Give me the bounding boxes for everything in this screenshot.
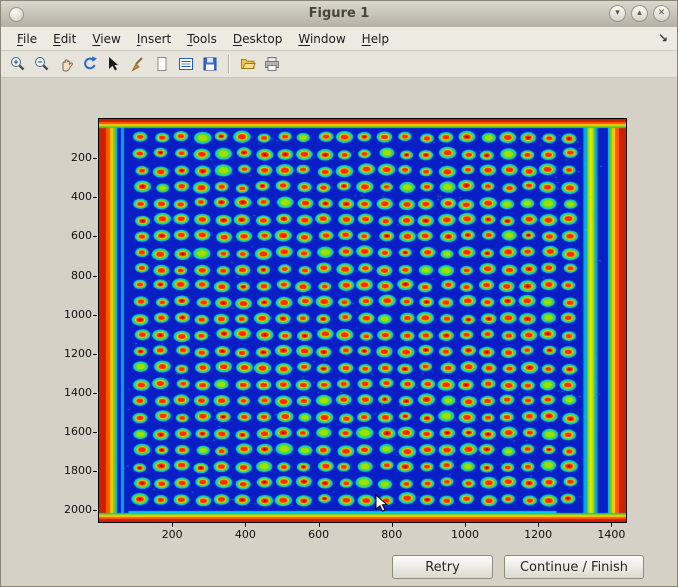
x-tick-mark [172, 523, 173, 527]
plot-area [98, 118, 627, 523]
x-tick-mark [245, 523, 246, 527]
y-tick-label: 1400 [52, 386, 92, 399]
window-title: Figure 1 [1, 6, 677, 21]
y-tick-mark [93, 432, 97, 433]
x-tick-mark [319, 523, 320, 527]
window-controls: ▾ ▴ ✕ [609, 5, 670, 22]
menu-view[interactable]: View [84, 28, 128, 50]
y-tick-label: 200 [52, 151, 92, 164]
x-tick-mark [538, 523, 539, 527]
y-tick-mark [93, 510, 97, 511]
y-tick-label: 1200 [52, 347, 92, 360]
print-icon[interactable] [261, 53, 283, 75]
menu-tools[interactable]: Tools [179, 28, 225, 50]
titlebar: Figure 1 ▾ ▴ ✕ [1, 1, 677, 28]
y-tick-label: 1600 [52, 425, 92, 438]
data-cursor-icon[interactable] [103, 53, 125, 75]
y-tick-mark [93, 236, 97, 237]
shade-button[interactable]: ▾ [609, 5, 626, 22]
x-tick-mark [611, 523, 612, 527]
x-tick-label: 1400 [591, 528, 631, 541]
y-tick-mark [93, 276, 97, 277]
x-tick-mark [392, 523, 393, 527]
figure-window: Figure 1 ▾ ▴ ✕ File Edit View Insert Too… [0, 0, 678, 587]
x-tick-label: 800 [372, 528, 412, 541]
legend-icon[interactable] [175, 53, 197, 75]
toolbar-separator [228, 55, 230, 73]
figure-toolbar [1, 51, 677, 78]
y-tick-label: 1800 [52, 464, 92, 477]
menu-desktop[interactable]: Desktop [225, 28, 291, 50]
y-tick-label: 2000 [52, 503, 92, 516]
zoom-in-icon[interactable] [7, 53, 29, 75]
continue-finish-button[interactable]: Continue / Finish [504, 555, 644, 579]
menu-insert[interactable]: Insert [129, 28, 179, 50]
y-tick-mark [93, 471, 97, 472]
y-tick-mark [93, 393, 97, 394]
colorbar-icon[interactable] [151, 53, 173, 75]
menu-file[interactable]: File [9, 28, 45, 50]
pan-icon[interactable] [55, 53, 77, 75]
menu-edit[interactable]: Edit [45, 28, 84, 50]
menubar: File Edit View Insert Tools Desktop Wind… [1, 27, 677, 51]
unshade-button[interactable]: ▴ [631, 5, 648, 22]
x-tick-label: 1000 [445, 528, 485, 541]
y-tick-mark [93, 197, 97, 198]
y-tick-mark [93, 354, 97, 355]
retry-button[interactable]: Retry [392, 555, 493, 579]
scan-image[interactable] [99, 119, 626, 522]
save-icon[interactable] [199, 53, 221, 75]
x-tick-label: 600 [299, 528, 339, 541]
y-tick-label: 400 [52, 190, 92, 203]
x-tick-label: 400 [225, 528, 265, 541]
menu-help[interactable]: Help [354, 28, 397, 50]
close-button[interactable]: ✕ [653, 5, 670, 22]
y-tick-mark [93, 315, 97, 316]
menu-window[interactable]: Window [290, 28, 353, 50]
x-tick-label: 1200 [518, 528, 558, 541]
open-icon[interactable] [237, 53, 259, 75]
y-tick-mark [93, 158, 97, 159]
x-tick-label: 200 [152, 528, 192, 541]
dock-figure-icon[interactable]: ↘ [658, 31, 668, 45]
y-tick-label: 1000 [52, 308, 92, 321]
zoom-out-icon[interactable] [31, 53, 53, 75]
brush-icon[interactable] [127, 53, 149, 75]
rotate-3d-icon[interactable] [79, 53, 101, 75]
y-tick-label: 800 [52, 269, 92, 282]
x-tick-mark [465, 523, 466, 527]
y-tick-label: 600 [52, 229, 92, 242]
